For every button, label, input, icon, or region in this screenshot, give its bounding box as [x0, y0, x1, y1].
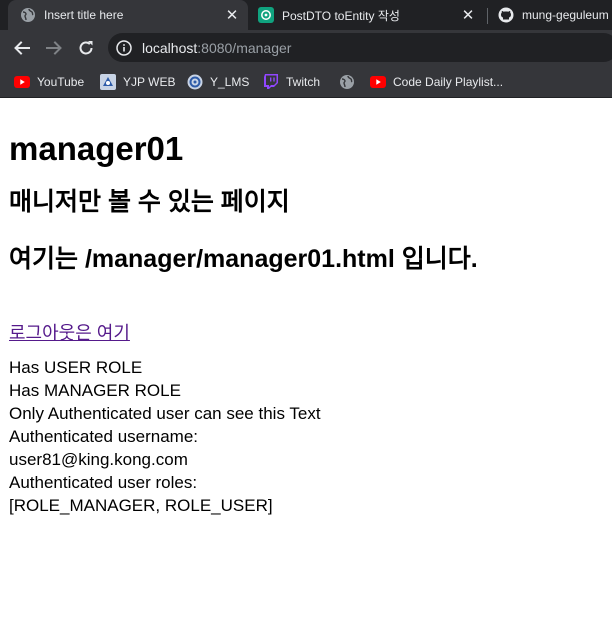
- tab-label: Insert title here: [44, 8, 124, 22]
- roles-value: [ROLE_MANAGER, ROLE_USER]: [9, 496, 273, 515]
- github-icon: [498, 7, 514, 23]
- tab-close-icon[interactable]: ✕: [224, 7, 240, 24]
- tab-separator: [487, 8, 488, 24]
- chatgpt-icon: [258, 7, 274, 23]
- bookmark-label: YJP WEB: [123, 74, 176, 89]
- bookmarks-bar: YouTube YJP WEB Y_LMS Twitch Code Daily …: [0, 66, 612, 98]
- bookmark-code-daily-playlist[interactable]: Code Daily Playlist...: [370, 66, 503, 97]
- youtube-icon: [370, 74, 386, 90]
- back-arrow-icon: [14, 41, 30, 55]
- tab-insert-title[interactable]: Insert title here ✕: [8, 0, 248, 30]
- authenticated-only-line: Only Authenticated user can see this Tex…: [9, 404, 321, 423]
- bookmark-label: Code Daily Playlist...: [393, 74, 504, 89]
- forward-arrow-icon: [46, 41, 62, 55]
- lms-icon: [187, 74, 203, 90]
- reload-icon: [79, 41, 93, 55]
- page-content: manager01 매니저만 볼 수 있는 페이지 여기는 /manager/m…: [0, 98, 612, 517]
- bookmark-label: YouTube: [37, 74, 85, 89]
- globe-icon: [20, 7, 36, 23]
- browser-toolbar: localhost :8080/manager: [0, 30, 612, 66]
- tab-close-icon[interactable]: ✕: [460, 7, 476, 24]
- yjp-icon: [100, 73, 116, 90]
- youtube-icon: [14, 74, 30, 90]
- auth-info: Has USER ROLE Has MANAGER ROLE Only Auth…: [9, 356, 603, 517]
- logout-link[interactable]: 로그아웃은 여기: [9, 322, 130, 344]
- bookmark-label: Y_LMS: [210, 74, 250, 89]
- page-title: manager01: [9, 130, 184, 167]
- forward-button[interactable]: [42, 36, 66, 60]
- bookmark-twitch[interactable]: Twitch: [263, 66, 320, 97]
- role-user-line: Has USER ROLE: [9, 358, 143, 377]
- tab-github[interactable]: mung-geguleum: [490, 0, 612, 30]
- role-manager-line: Has MANAGER ROLE: [9, 381, 181, 400]
- site-info-icon[interactable]: [116, 39, 132, 56]
- tab-label: mung-geguleum: [522, 8, 609, 22]
- tab-label: PostDTO toEntity 작성: [282, 8, 400, 23]
- bookmark-label: Twitch: [286, 74, 321, 89]
- bookmark-globe[interactable]: [339, 66, 362, 97]
- username-value: user81@king.kong.com: [9, 450, 188, 469]
- twitch-icon: [263, 74, 279, 90]
- bookmark-youtube[interactable]: YouTube: [14, 66, 84, 97]
- bookmark-yjp-web[interactable]: YJP WEB: [100, 66, 175, 97]
- roles-label: Authenticated user roles:: [9, 473, 198, 492]
- url-host: localhost: [142, 39, 198, 56]
- back-button[interactable]: [10, 36, 34, 60]
- address-bar[interactable]: localhost :8080/manager: [108, 33, 612, 62]
- tab-postdto[interactable]: PostDTO toEntity 작성 ✕: [250, 0, 484, 30]
- page-heading-location: 여기는 /manager/manager01.html 입니다.: [9, 245, 478, 273]
- tab-strip: Insert title here ✕ PostDTO toEntity 작성 …: [0, 0, 612, 30]
- page-heading-manager-only: 매니저만 볼 수 있는 페이지: [9, 188, 290, 216]
- bookmark-y-lms[interactable]: Y_LMS: [187, 66, 249, 97]
- globe-icon: [339, 74, 355, 90]
- url-path: :8080/manager: [197, 39, 292, 56]
- reload-button[interactable]: [74, 36, 98, 60]
- username-label: Authenticated username:: [9, 427, 199, 446]
